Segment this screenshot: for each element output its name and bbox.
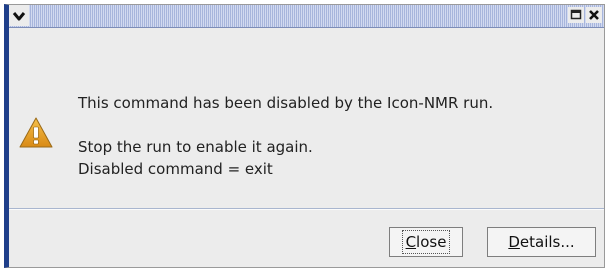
focus-ring: Close — [401, 230, 451, 254]
maximize-button[interactable] — [568, 7, 584, 23]
close-button[interactable]: Close — [389, 227, 463, 257]
details-mnemonic: D — [508, 233, 520, 251]
details-rest: etails... — [519, 233, 575, 251]
message-line-3: Disabled command = exit — [78, 160, 273, 178]
message-line-1: This command has been disabled by the Ic… — [78, 94, 494, 112]
maximize-icon — [570, 9, 582, 20]
close-rest: lose — [416, 233, 447, 251]
message-line-2: Stop the run to enable it again. — [78, 138, 313, 156]
details-button[interactable]: Details... — [487, 227, 596, 257]
details-button-label: Details... — [508, 233, 574, 251]
window-menu-button[interactable] — [9, 5, 29, 26]
title-bar[interactable] — [9, 5, 604, 28]
warning-icon — [19, 117, 53, 148]
dialog-content: This command has been disabled by the Ic… — [9, 28, 604, 267]
chevron-down-icon — [12, 11, 26, 20]
close-icon — [589, 10, 599, 20]
close-window-button[interactable] — [586, 7, 602, 23]
warning-dialog: This command has been disabled by the Ic… — [4, 4, 605, 268]
close-button-label: Close — [406, 233, 447, 251]
close-mnemonic: C — [405, 233, 417, 251]
separator — [9, 208, 604, 210]
